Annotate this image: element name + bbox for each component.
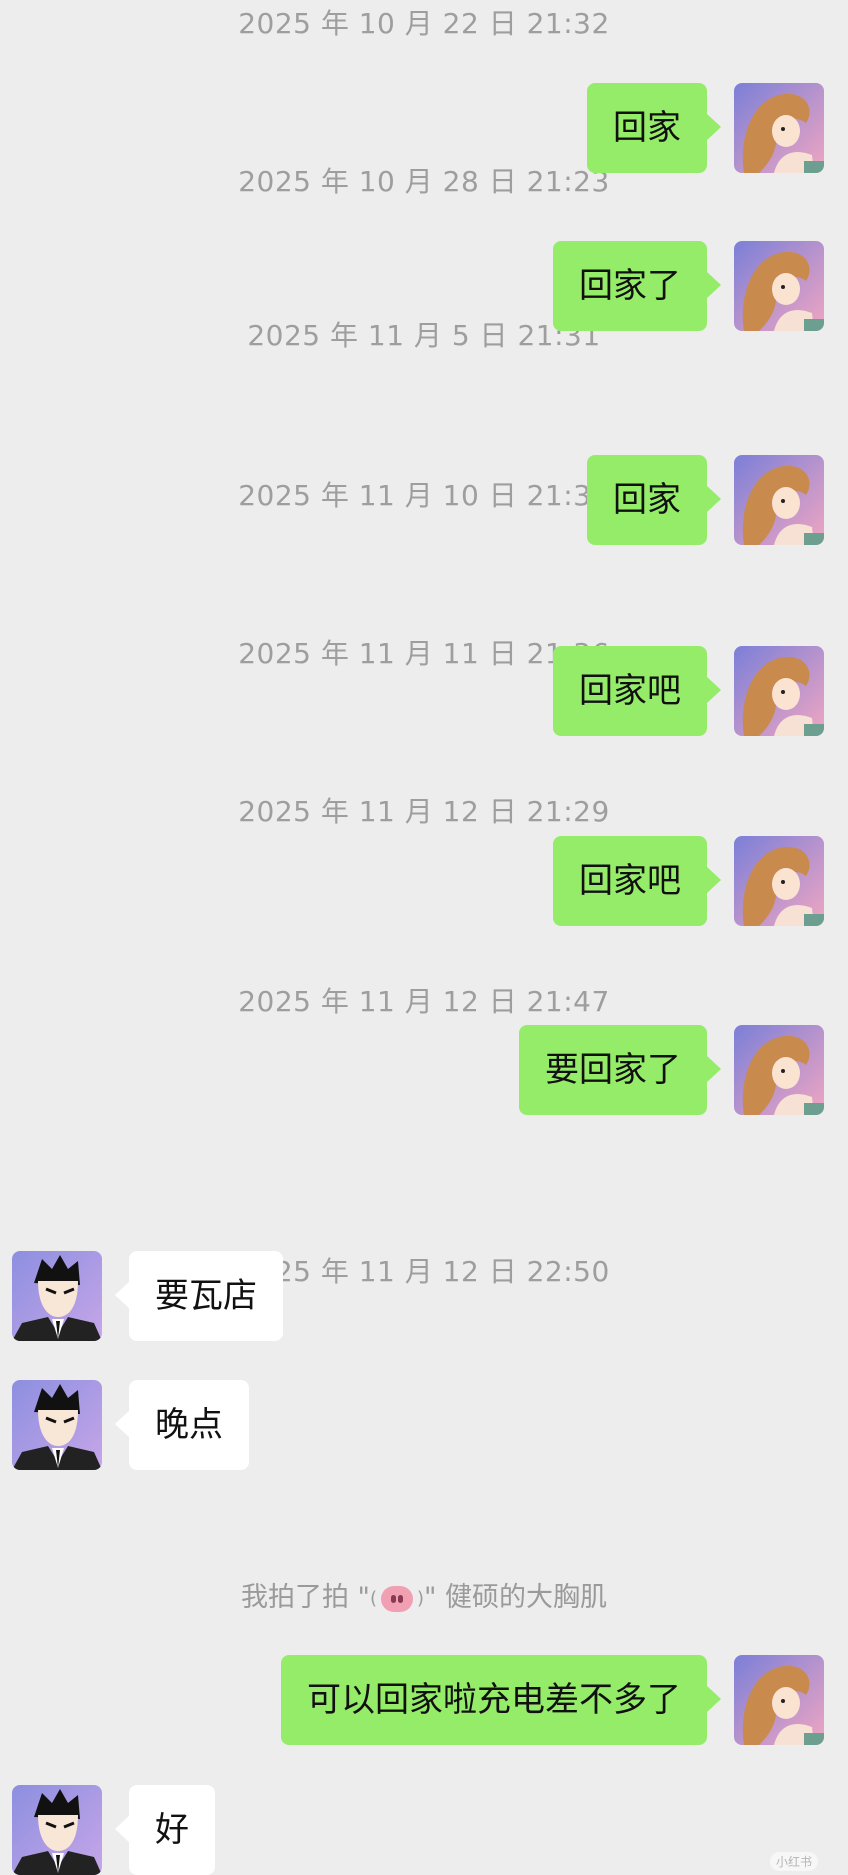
contact-avatar[interactable]: [12, 1251, 102, 1341]
incoming-message-bubble[interactable]: 好: [115, 1785, 215, 1875]
contact-avatar[interactable]: [12, 1785, 102, 1875]
watermark: 小红书: [769, 1852, 818, 1871]
contact-avatar[interactable]: [12, 1380, 102, 1470]
girl-avatar-icon: [734, 83, 824, 173]
outgoing-message-bubble[interactable]: 回家吧: [553, 646, 721, 736]
pat-message-prefix: 我拍了拍 ": [240, 1582, 370, 1613]
pat-message-suffix: " 健硕的大胸肌: [424, 1582, 608, 1613]
my-avatar[interactable]: [734, 836, 824, 926]
outgoing-message-bubble[interactable]: 回家: [587, 455, 721, 545]
man-avatar-icon: [12, 1251, 102, 1341]
outgoing-message-bubble[interactable]: 要回家了: [519, 1025, 721, 1115]
girl-avatar-icon: [734, 1025, 824, 1115]
incoming-message-bubble[interactable]: 晚点: [115, 1380, 249, 1470]
timestamp: 2025 年 11 月 12 日 21:47: [238, 985, 610, 1018]
girl-avatar-icon: [734, 455, 824, 545]
my-avatar[interactable]: [734, 455, 824, 545]
pat-paren-close: ): [417, 1588, 425, 1609]
pat-paren-open: (: [369, 1588, 377, 1609]
outgoing-message-bubble[interactable]: 可以回家啦充电差不多了: [281, 1655, 721, 1745]
pig-face-icon: [381, 1585, 413, 1612]
my-avatar[interactable]: [734, 1025, 824, 1115]
my-avatar[interactable]: [734, 83, 824, 173]
man-avatar-icon: [12, 1380, 102, 1470]
my-avatar[interactable]: [734, 1655, 824, 1745]
outgoing-message-bubble[interactable]: 回家了: [553, 241, 721, 331]
chat-area[interactable]: 2025 年 10 月 22 日 21:32 2025 年 10 月 28 日 …: [0, 0, 848, 1875]
timestamp: 2025 年 11 月 5 日 21:31: [247, 319, 601, 352]
pat-system-message: 我拍了拍 "()" 健硕的大胸肌: [0, 1575, 848, 1614]
my-avatar[interactable]: [734, 241, 824, 331]
girl-avatar-icon: [734, 241, 824, 331]
girl-avatar-icon: [734, 646, 824, 736]
timestamp: 2025 年 10 月 28 日 21:23: [238, 165, 610, 198]
girl-avatar-icon: [734, 1655, 824, 1745]
outgoing-message-bubble[interactable]: 回家吧: [553, 836, 721, 926]
timestamp: 2025 年 11 月 11 日 21:36: [238, 637, 610, 670]
girl-avatar-icon: [734, 836, 824, 926]
timestamp: 2025 年 11 月 12 日 21:29: [238, 795, 610, 828]
incoming-message-bubble[interactable]: 要瓦店: [115, 1251, 283, 1341]
outgoing-message-bubble[interactable]: 回家: [587, 83, 721, 173]
timestamp: 2025 年 10 月 22 日 21:32: [238, 7, 610, 40]
man-avatar-icon: [12, 1785, 102, 1875]
my-avatar[interactable]: [734, 646, 824, 736]
